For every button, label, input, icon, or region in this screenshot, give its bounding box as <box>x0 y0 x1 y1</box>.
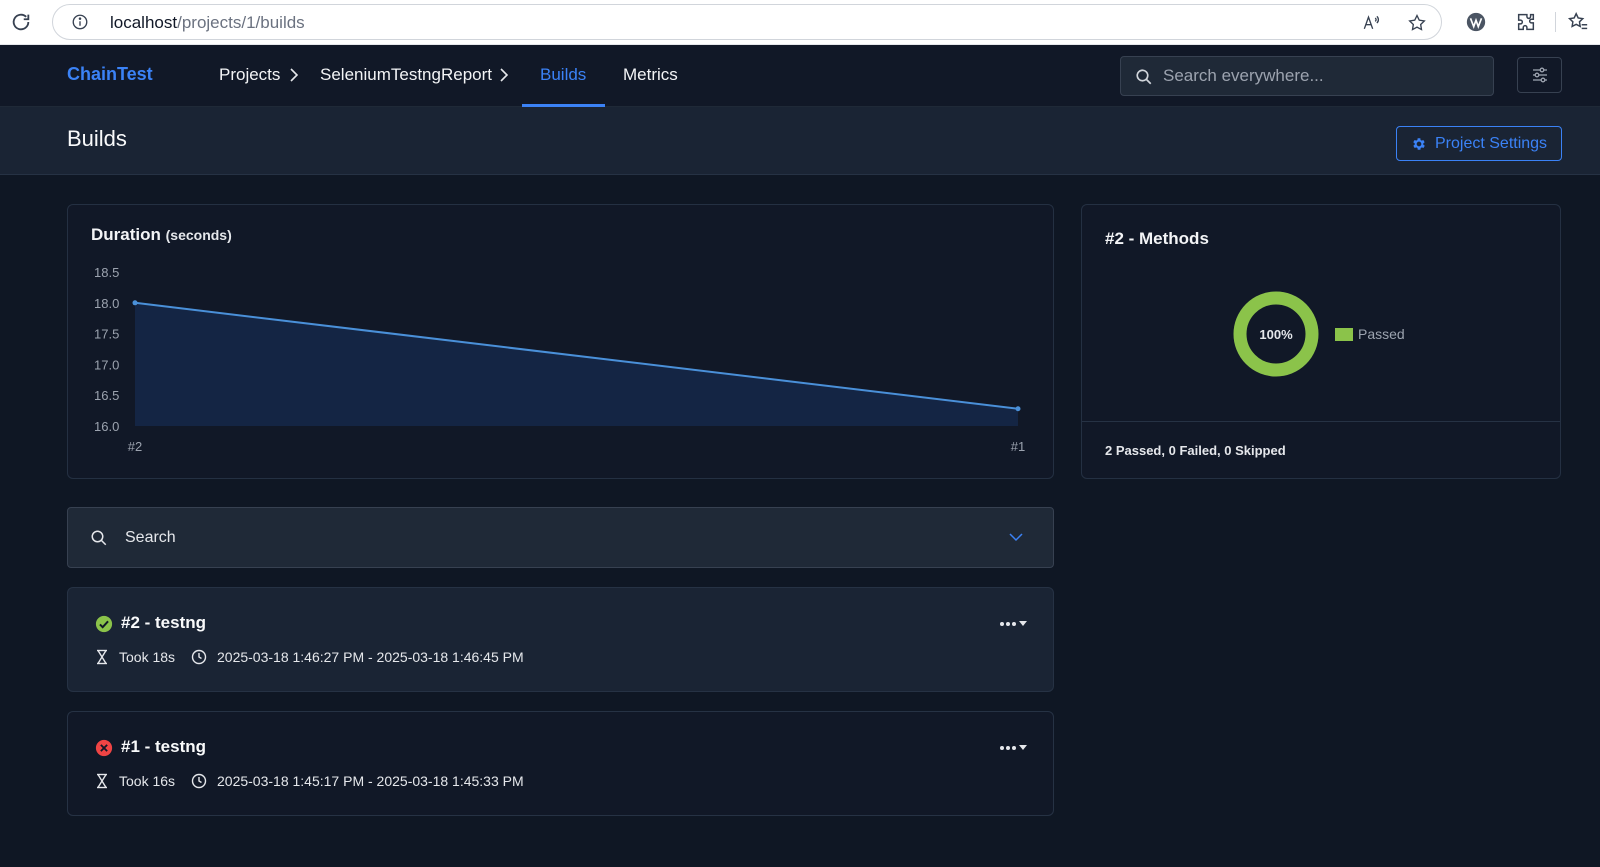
breadcrumb-projects[interactable]: Projects <box>219 65 280 85</box>
search-icon <box>91 530 107 546</box>
url-path: /projects/1/builds <box>177 13 305 32</box>
favorite-star-icon[interactable] <box>1407 13 1427 33</box>
chevron-right-icon <box>290 68 299 82</box>
build-duration: Took 18s <box>119 649 176 665</box>
extensions-icon[interactable] <box>1515 11 1537 33</box>
methods-summary: 2 Passed, 0 Failed, 0 Skipped <box>1105 443 1286 458</box>
duration-area <box>135 302 1018 426</box>
build-title[interactable]: #2 - testng <box>121 613 206 633</box>
global-search[interactable] <box>1120 56 1494 96</box>
sliders-icon <box>1533 67 1547 83</box>
build-time-range: 2025-03-18 1:46:27 PM - 2025-03-18 1:46:… <box>217 649 524 665</box>
methods-donut-chart: 100% <box>1233 291 1319 377</box>
clock-icon <box>191 773 207 789</box>
legend-swatch-passed <box>1335 328 1353 341</box>
check-circle-icon <box>95 615 113 633</box>
duration-chart: 18.5 18.0 17.5 17.0 16.5 16.0 #2 #1 <box>94 265 1025 454</box>
build-item[interactable]: #2 - testng Took 18s 2025-03-18 1:46:27 … <box>67 587 1054 692</box>
favorites-list-icon[interactable] <box>1567 11 1589 33</box>
more-actions-icon[interactable] <box>993 613 1031 633</box>
y-tick-label: 17.5 <box>94 327 119 342</box>
x-circle-icon <box>95 739 113 757</box>
chevron-down-icon[interactable] <box>1007 528 1025 546</box>
project-settings-label: Project Settings <box>1435 135 1548 152</box>
app-navbar: ChainTest Projects SeleniumTestngReport … <box>0 45 1600 107</box>
site-info-icon[interactable] <box>71 13 89 31</box>
tab-metrics[interactable]: Metrics <box>623 65 678 85</box>
global-search-input[interactable] <box>1163 63 1483 89</box>
hourglass-icon <box>97 773 107 789</box>
y-tick-label: 16.5 <box>94 388 119 403</box>
build-search-bar[interactable]: Search <box>67 507 1054 568</box>
hourglass-icon <box>97 649 107 665</box>
y-tick-label: 16.0 <box>94 419 119 434</box>
y-tick-label: 17.0 <box>94 357 119 372</box>
address-bar[interactable]: localhost/projects/1/builds <box>52 4 1442 40</box>
methods-divider <box>1082 421 1560 422</box>
gear-icon <box>1413 138 1425 150</box>
url-host: localhost <box>110 13 178 32</box>
reload-icon[interactable] <box>10 11 32 33</box>
toolbar-separator <box>1555 12 1556 32</box>
build-time-range: 2025-03-18 1:45:17 PM - 2025-03-18 1:45:… <box>217 773 524 789</box>
tab-builds[interactable]: Builds <box>540 65 586 85</box>
more-actions-icon[interactable] <box>993 737 1031 757</box>
page-header: Builds Project Settings <box>0 107 1600 175</box>
legend-label-passed[interactable]: Passed <box>1358 326 1405 342</box>
breadcrumb-project[interactable]: SeleniumTestngReport <box>320 65 492 85</box>
duration-point <box>1015 406 1021 412</box>
filter-settings-button[interactable] <box>1517 57 1562 93</box>
y-tick-label: 18.0 <box>94 296 119 311</box>
y-tick-label: 18.5 <box>94 265 119 280</box>
search-icon <box>1136 69 1152 85</box>
brand-logo[interactable]: ChainTest <box>67 64 153 85</box>
x-tick-label: #2 <box>128 439 142 454</box>
methods-card: #2 - Methods 100% Passed 2 Passed, 0 Fai… <box>1081 204 1561 479</box>
project-settings-button[interactable]: Project Settings <box>1396 126 1562 161</box>
build-search-label[interactable]: Search <box>125 529 176 547</box>
build-duration: Took 16s <box>119 773 176 789</box>
page-title: Builds <box>67 126 127 151</box>
duration-point <box>132 300 138 306</box>
donut-center-label: 100% <box>1259 327 1293 342</box>
url-text[interactable]: localhost/projects/1/builds <box>110 13 305 33</box>
build-title[interactable]: #1 - testng <box>121 737 206 757</box>
wordpress-icon[interactable] <box>1465 11 1487 33</box>
x-tick-label: #1 <box>1011 439 1025 454</box>
clock-icon <box>191 649 207 665</box>
build-item[interactable]: #1 - testng Took 16s 2025-03-18 1:45:17 … <box>67 711 1054 816</box>
read-aloud-icon[interactable] <box>1361 13 1381 33</box>
browser-toolbar: localhost/projects/1/builds <box>0 0 1600 45</box>
duration-chart-card: Duration (seconds) 18.5 18.0 17.5 17.0 16.5 1… <box>67 204 1054 479</box>
chevron-right-icon <box>500 68 509 82</box>
